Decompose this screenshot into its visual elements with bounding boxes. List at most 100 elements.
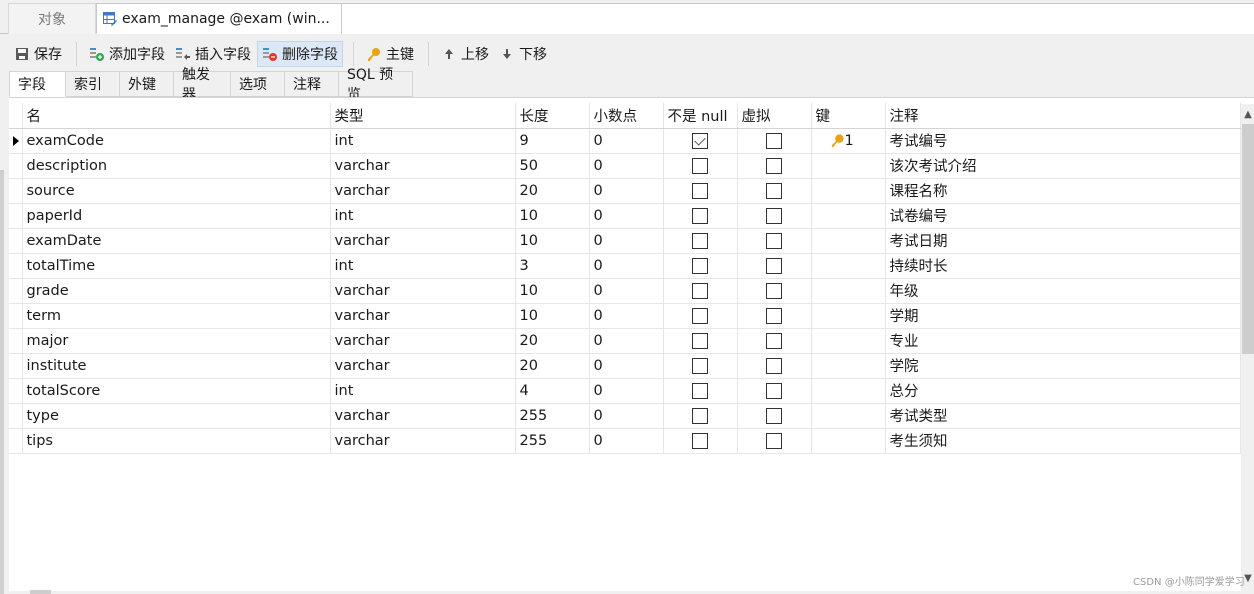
- row-indicator[interactable]: [9, 303, 23, 329]
- field-name-cell[interactable]: term: [22, 303, 331, 329]
- field-type-cell[interactable]: int: [330, 203, 516, 229]
- key-cell[interactable]: [811, 303, 886, 329]
- vertical-scrollbar-thumb[interactable]: [1242, 124, 1254, 354]
- field-length-cell[interactable]: 20: [515, 353, 590, 379]
- not-null-checkbox[interactable]: [692, 382, 708, 399]
- field-decimals-cell[interactable]: 0: [589, 303, 664, 329]
- row-indicator[interactable]: [9, 228, 23, 254]
- field-length-cell[interactable]: 255: [515, 428, 590, 454]
- row-indicator[interactable]: [9, 128, 23, 154]
- column-header-key[interactable]: 键: [811, 103, 886, 129]
- tab-sql-preview[interactable]: SQL 预览: [339, 67, 413, 103]
- scroll-up-icon[interactable]: ▲: [1243, 109, 1253, 121]
- virtual-checkbox[interactable]: [766, 207, 782, 224]
- not-null-checkbox[interactable]: [692, 357, 708, 374]
- virtual-checkbox[interactable]: [766, 157, 782, 174]
- virtual-checkbox[interactable]: [766, 432, 782, 449]
- field-type-cell[interactable]: varchar: [330, 353, 516, 379]
- field-decimals-cell[interactable]: 0: [589, 378, 664, 404]
- not-null-checkbox[interactable]: [692, 157, 708, 174]
- field-comment-cell[interactable]: 试卷编号: [885, 203, 1241, 229]
- field-name-cell[interactable]: description: [22, 153, 331, 179]
- key-cell[interactable]: [811, 253, 886, 279]
- virtual-checkbox[interactable]: [766, 332, 782, 349]
- virtual-checkbox[interactable]: [766, 282, 782, 299]
- key-cell[interactable]: [811, 228, 886, 254]
- virtual-checkbox[interactable]: [766, 257, 782, 274]
- row-indicator[interactable]: [9, 378, 23, 404]
- field-name-cell[interactable]: type: [22, 403, 331, 429]
- field-decimals-cell[interactable]: 0: [589, 128, 664, 154]
- field-type-cell[interactable]: int: [330, 128, 516, 154]
- field-length-cell[interactable]: 3: [515, 253, 590, 279]
- not-null-checkbox[interactable]: [692, 132, 708, 149]
- row-indicator[interactable]: [9, 403, 23, 429]
- field-length-cell[interactable]: 20: [515, 178, 590, 204]
- row-indicator[interactable]: [9, 253, 23, 279]
- field-comment-cell[interactable]: 考试编号: [885, 128, 1241, 154]
- field-type-cell[interactable]: int: [330, 378, 516, 404]
- field-length-cell[interactable]: 10: [515, 203, 590, 229]
- field-length-cell[interactable]: 4: [515, 378, 590, 404]
- key-cell[interactable]: [811, 353, 886, 379]
- field-type-cell[interactable]: varchar: [330, 178, 516, 204]
- row-indicator[interactable]: [9, 428, 23, 454]
- key-cell[interactable]: [811, 178, 886, 204]
- tab-exam-manage[interactable]: exam_manage @exam (win...: [96, 3, 342, 34]
- field-row[interactable]: tips varchar 255 0 考生须知: [9, 428, 1241, 454]
- key-cell[interactable]: [811, 428, 886, 454]
- field-decimals-cell[interactable]: 0: [589, 428, 664, 454]
- field-length-cell[interactable]: 10: [515, 303, 590, 329]
- field-decimals-cell[interactable]: 0: [589, 253, 664, 279]
- column-header-virtual[interactable]: 虚拟: [737, 103, 812, 129]
- virtual-checkbox[interactable]: [766, 382, 782, 399]
- column-header-length[interactable]: 长度: [515, 103, 590, 129]
- tab-indexes[interactable]: 索引: [66, 71, 120, 97]
- field-length-cell[interactable]: 20: [515, 328, 590, 354]
- column-header-comment[interactable]: 注释: [885, 103, 1241, 129]
- field-type-cell[interactable]: varchar: [330, 403, 516, 429]
- key-cell[interactable]: [811, 328, 886, 354]
- field-decimals-cell[interactable]: 0: [589, 228, 664, 254]
- row-indicator[interactable]: [9, 178, 23, 204]
- not-null-checkbox[interactable]: [692, 432, 708, 449]
- field-decimals-cell[interactable]: 0: [589, 153, 664, 179]
- field-comment-cell[interactable]: 总分: [885, 378, 1241, 404]
- field-row[interactable]: totalScore int 4 0 总分: [9, 378, 1241, 404]
- field-decimals-cell[interactable]: 0: [589, 328, 664, 354]
- column-header-decimals[interactable]: 小数点: [589, 103, 664, 129]
- field-row[interactable]: description varchar 50 0 该次考试介绍: [9, 153, 1241, 179]
- key-cell[interactable]: 1: [811, 128, 886, 154]
- key-cell[interactable]: [811, 153, 886, 179]
- virtual-checkbox[interactable]: [766, 307, 782, 324]
- field-type-cell[interactable]: varchar: [330, 328, 516, 354]
- field-row[interactable]: examCode int 9 0 1 考试编号: [9, 128, 1241, 154]
- column-header-name[interactable]: 名: [22, 103, 331, 129]
- field-row[interactable]: type varchar 255 0 考试类型: [9, 403, 1241, 429]
- field-decimals-cell[interactable]: 0: [589, 203, 664, 229]
- field-comment-cell[interactable]: 年级: [885, 278, 1241, 304]
- field-row[interactable]: term varchar 10 0 学期: [9, 303, 1241, 329]
- delete-field-button[interactable]: 删除字段: [257, 41, 343, 67]
- tab-triggers[interactable]: 触发器: [174, 67, 231, 103]
- tab-foreign-keys[interactable]: 外键: [120, 71, 174, 97]
- move-down-button[interactable]: 下移: [495, 41, 551, 67]
- field-row[interactable]: examDate varchar 10 0 考试日期: [9, 228, 1241, 254]
- field-comment-cell[interactable]: 该次考试介绍: [885, 153, 1241, 179]
- field-decimals-cell[interactable]: 0: [589, 278, 664, 304]
- field-comment-cell[interactable]: 学期: [885, 303, 1241, 329]
- field-length-cell[interactable]: 255: [515, 403, 590, 429]
- field-length-cell[interactable]: 10: [515, 278, 590, 304]
- row-indicator[interactable]: [9, 278, 23, 304]
- not-null-checkbox[interactable]: [692, 232, 708, 249]
- not-null-checkbox[interactable]: [692, 182, 708, 199]
- save-button[interactable]: 保存: [10, 41, 66, 67]
- not-null-checkbox[interactable]: [692, 207, 708, 224]
- virtual-checkbox[interactable]: [766, 182, 782, 199]
- tab-objects[interactable]: 对象: [8, 3, 96, 34]
- virtual-checkbox[interactable]: [766, 132, 782, 149]
- field-name-cell[interactable]: paperId: [22, 203, 331, 229]
- row-indicator[interactable]: [9, 203, 23, 229]
- field-name-cell[interactable]: source: [22, 178, 331, 204]
- field-decimals-cell[interactable]: 0: [589, 353, 664, 379]
